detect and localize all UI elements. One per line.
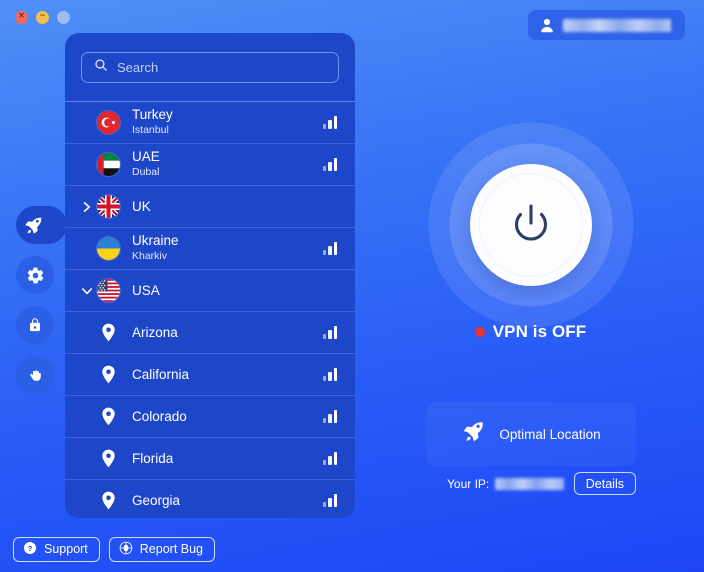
location-name: Colorado xyxy=(132,408,187,424)
search-box[interactable] xyxy=(81,52,339,83)
gear-icon xyxy=(26,266,45,285)
flag-icon-ua xyxy=(97,237,120,260)
locations-list: Turkey Istanbul UAE Dubal UK Ukraine Kharki… xyxy=(65,101,355,518)
signal-strength-icon xyxy=(322,410,337,423)
chevron-down-icon[interactable] xyxy=(79,286,95,296)
location-row-state[interactable]: Florida xyxy=(65,437,355,479)
optimal-location-card[interactable]: Optimal Location xyxy=(426,402,636,466)
window-minimize-button[interactable]: − xyxy=(36,10,49,24)
search-input[interactable] xyxy=(117,60,326,75)
flag-icon-uk xyxy=(97,195,120,218)
sidebar-item-privacy[interactable] xyxy=(16,356,54,394)
location-name: Arizona xyxy=(132,324,178,340)
location-row-country[interactable]: UK xyxy=(65,185,355,227)
location-pin-icon xyxy=(97,407,120,426)
account-username-redacted xyxy=(563,18,671,32)
ip-value-redacted xyxy=(495,477,564,490)
vpn-status: VPN is OFF xyxy=(398,322,663,342)
location-name: Georgia xyxy=(132,492,181,508)
minimize-icon: − xyxy=(39,10,46,22)
chevron-right-icon[interactable] xyxy=(79,201,95,213)
location-names: UK xyxy=(132,199,337,215)
signal-strength-icon xyxy=(322,494,337,507)
location-row-country[interactable]: UAE Dubal xyxy=(65,143,355,185)
power-icon xyxy=(507,199,555,252)
location-names: Colorado xyxy=(132,409,323,425)
location-row-country[interactable]: Ukraine Kharkiv xyxy=(65,227,355,269)
flag-icon-tr xyxy=(97,111,120,134)
location-row-country[interactable]: USA xyxy=(65,269,355,311)
signal-strength-icon xyxy=(322,368,337,381)
location-names: California xyxy=(132,367,323,383)
sidebar-item-rocket[interactable] xyxy=(16,206,67,244)
report-bug-label: Report Bug xyxy=(139,542,204,556)
location-pin-icon xyxy=(97,491,120,510)
signal-strength-icon xyxy=(322,326,337,339)
question-circle-icon: ? xyxy=(23,541,37,558)
ip-row: Your IP: Details xyxy=(426,472,636,495)
location-names: Turkey Istanbul xyxy=(132,107,323,137)
location-names: Arizona xyxy=(132,325,323,341)
details-button[interactable]: Details xyxy=(573,472,636,495)
location-name: USA xyxy=(132,282,160,298)
location-city: Kharkiv xyxy=(132,249,168,262)
location-row-state[interactable]: Arizona xyxy=(65,311,355,353)
power-inner-ring xyxy=(478,173,583,277)
lock-icon xyxy=(26,316,44,334)
location-names: Ukraine Kharkiv xyxy=(132,233,323,263)
location-row-country[interactable]: Turkey Istanbul xyxy=(65,101,355,143)
search-container xyxy=(65,33,355,101)
rocket-icon xyxy=(461,419,486,449)
svg-text:?: ? xyxy=(28,544,33,553)
sidebar-item-settings[interactable] xyxy=(16,256,54,294)
location-names: USA xyxy=(132,283,337,299)
power-area xyxy=(398,100,663,350)
signal-strength-icon xyxy=(322,452,337,465)
location-name: Florida xyxy=(132,450,174,466)
ip-label: Your IP: xyxy=(447,476,490,491)
location-pin-icon xyxy=(97,365,120,384)
signal-strength-icon xyxy=(322,158,337,171)
status-label: VPN is OFF xyxy=(492,322,587,341)
rocket-icon xyxy=(23,215,44,236)
location-pin-icon xyxy=(97,323,120,342)
bug-icon xyxy=(119,541,133,558)
location-names: UAE Dubal xyxy=(132,149,323,179)
location-name: Turkey xyxy=(132,107,173,123)
report-bug-button[interactable]: Report Bug xyxy=(108,536,216,562)
support-button[interactable]: ? Support xyxy=(13,536,100,562)
flag-icon-ae xyxy=(97,153,120,176)
hand-icon xyxy=(26,366,44,384)
signal-strength-icon xyxy=(322,242,337,255)
location-pin-icon xyxy=(97,449,120,468)
location-name: UAE xyxy=(132,149,160,165)
location-name: California xyxy=(132,366,190,382)
flag-icon-us xyxy=(97,279,120,302)
search-icon xyxy=(94,58,108,77)
location-city: Dubal xyxy=(132,165,160,178)
close-icon: × xyxy=(18,10,25,22)
location-row-state[interactable]: Colorado xyxy=(65,395,355,437)
power-toggle-button[interactable] xyxy=(469,164,592,286)
optimal-location-label: Optimal Location xyxy=(499,426,601,442)
location-name: UK xyxy=(132,198,151,214)
location-name: Ukraine xyxy=(132,233,179,249)
status-dot-icon xyxy=(474,327,485,337)
location-row-state[interactable]: California xyxy=(65,353,355,395)
location-names: Florida xyxy=(132,451,323,467)
sidebar xyxy=(16,206,67,394)
signal-strength-icon xyxy=(322,116,337,129)
sidebar-item-security[interactable] xyxy=(16,306,54,344)
account-button[interactable] xyxy=(528,10,685,40)
location-names: Georgia xyxy=(132,493,323,509)
location-row-state[interactable]: Georgia xyxy=(65,479,355,518)
window-zoom-button[interactable] xyxy=(57,10,70,24)
locations-panel: TurkeyIstanbul UAEDubal UK UkraineKharki… xyxy=(65,33,355,518)
location-city: Istanbul xyxy=(132,123,169,136)
support-label: Support xyxy=(44,542,88,556)
bottom-bar: ? Support Report Bug xyxy=(0,526,704,572)
person-icon xyxy=(540,18,554,33)
window-close-button[interactable]: × xyxy=(15,10,28,24)
